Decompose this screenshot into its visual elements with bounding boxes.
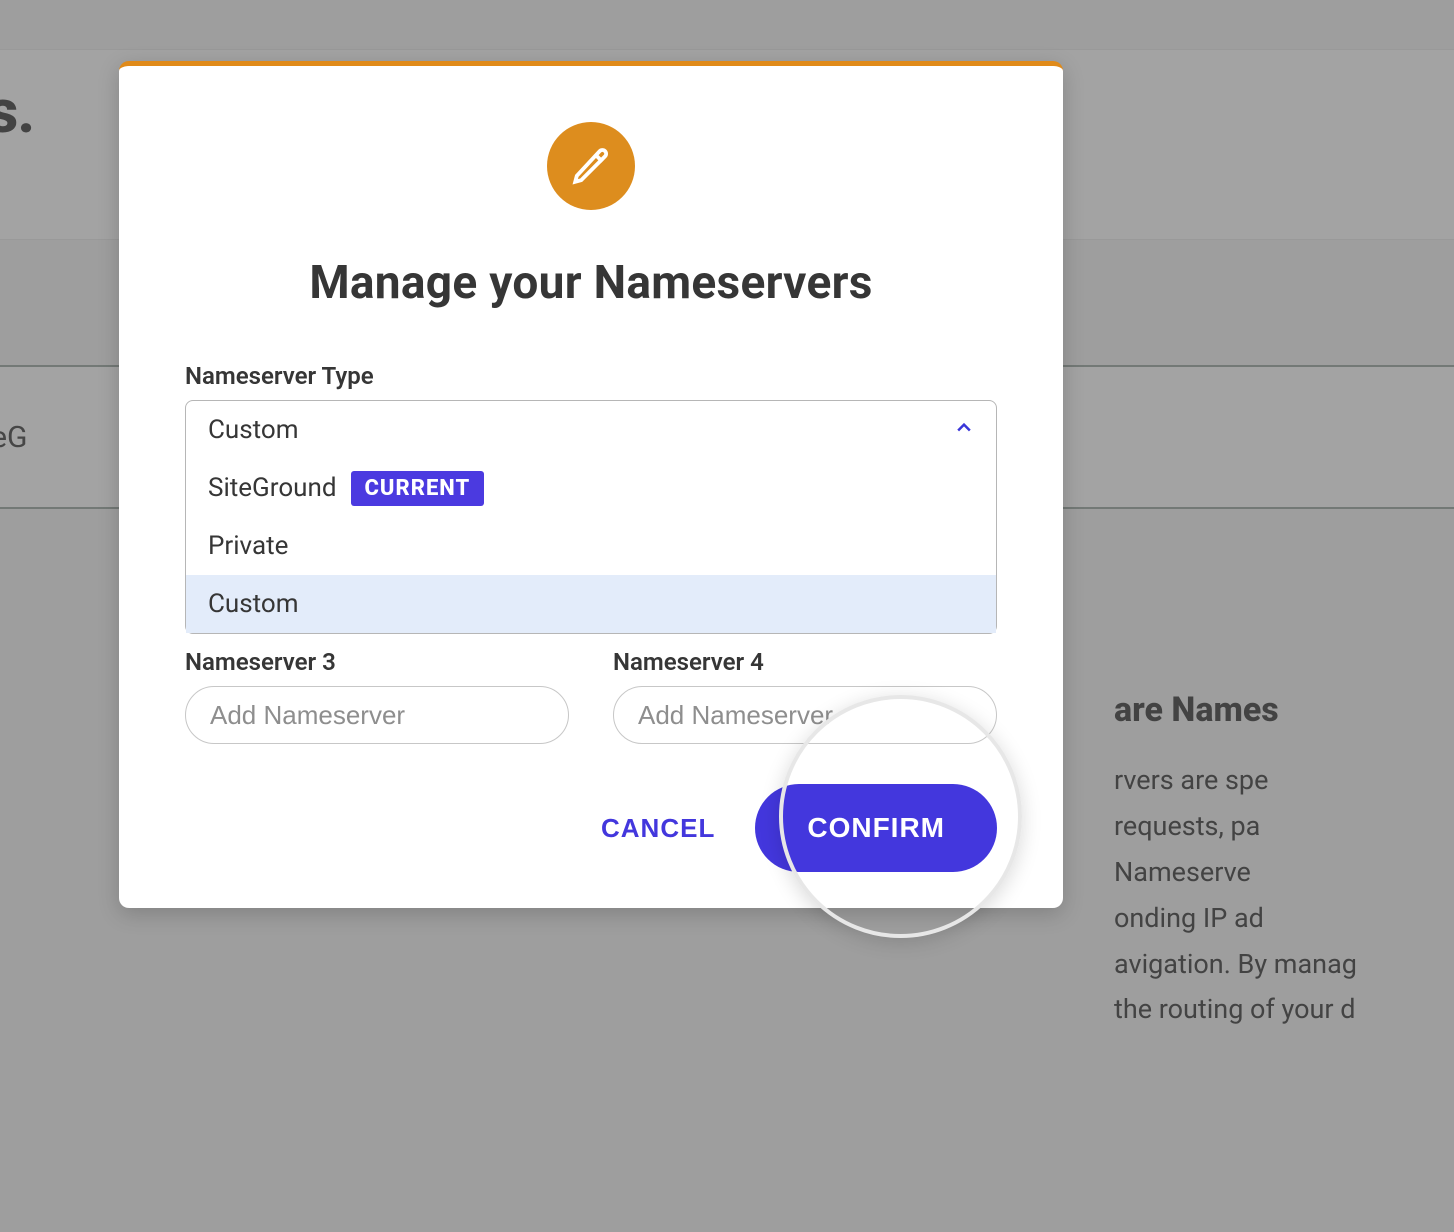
manage-nameservers-modal: Manage your Nameservers Nameserver Type … [119,61,1063,908]
option-label: SiteGround [208,473,337,503]
option-custom[interactable]: Custom [186,575,996,633]
option-label: Custom [208,589,299,619]
nameserver-3-label: Nameserver 3 [185,648,569,676]
nameserver-3-input[interactable] [185,686,569,744]
nameserver-type-select[interactable]: Custom SiteGround CURRENT Private Custom [185,400,997,634]
select-options-list: SiteGround CURRENT Private Custom [186,459,996,633]
option-siteground[interactable]: SiteGround CURRENT [186,459,996,517]
nameserver-4-label: Nameserver 4 [613,648,997,676]
pencil-icon [547,122,635,210]
select-header[interactable]: Custom [186,401,996,459]
nameserver-type-label: Nameserver Type [185,362,997,390]
modal-title: Manage your Nameservers [185,256,997,310]
nameserver-4-input[interactable] [613,686,997,744]
current-badge: CURRENT [351,471,485,506]
option-private[interactable]: Private [186,517,996,575]
option-label: Private [208,531,288,561]
chevron-up-icon [954,415,974,445]
confirm-button[interactable]: CONFIRM [755,784,997,872]
select-current-value: Custom [208,415,299,445]
cancel-button[interactable]: CANCEL [601,813,715,844]
